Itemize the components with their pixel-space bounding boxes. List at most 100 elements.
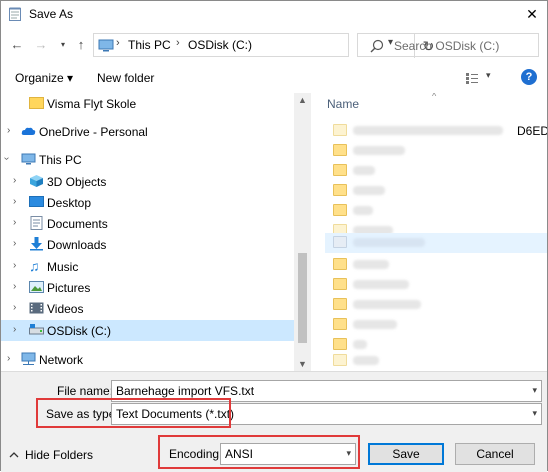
chevron-down-icon[interactable]: ▾ (532, 408, 537, 419)
pictures-icon (29, 281, 44, 293)
breadcrumb-osdisk[interactable]: OSDisk (C:) (188, 38, 252, 52)
cancel-button[interactable]: Cancel (455, 443, 535, 465)
redacted-name (353, 280, 409, 289)
chevron-down-icon[interactable]: ▾ (532, 385, 537, 396)
partial-file-name: D6ED (517, 124, 547, 138)
search-icon (370, 39, 384, 53)
list-item[interactable] (329, 351, 539, 371)
navigation-scrollbar[interactable]: ▲ ▼ (294, 93, 311, 371)
chevron-right-icon[interactable]: › (7, 353, 10, 364)
folder-icon (333, 184, 347, 196)
redacted-name (353, 356, 379, 365)
tree-item-this-pc[interactable]: › This PC (1, 149, 294, 170)
tree-item-visma-flyt-skole[interactable]: Visma Flyt Skole (1, 93, 294, 114)
file-name-input[interactable]: Barnehage import VFS.txt (116, 384, 254, 398)
back-arrow-icon[interactable]: ← (9, 37, 25, 53)
list-item[interactable] (329, 181, 539, 201)
new-folder-button[interactable]: New folder (97, 71, 154, 85)
view-dropdown-icon[interactable]: ▾ (486, 70, 491, 81)
view-options-icon[interactable] (465, 71, 479, 85)
redacted-name (353, 166, 375, 175)
file-list: Name ^ D6ED (311, 93, 547, 371)
chevron-right-icon[interactable]: › (13, 217, 16, 228)
redacted-name (353, 320, 397, 329)
list-item[interactable]: D6ED (329, 121, 547, 141)
chevron-right-icon[interactable]: › (13, 324, 16, 335)
save-options-panel: File name: Barnehage import VFS.txt ▾ Sa… (1, 371, 547, 472)
redacted-name (353, 260, 389, 269)
redacted-name (353, 340, 367, 349)
tree-item-3d-objects[interactable]: › 3D Objects (1, 171, 294, 192)
redacted-name (353, 126, 503, 135)
search-input[interactable]: Search OSDisk (C:) (394, 39, 499, 53)
notepad-icon (9, 7, 21, 21)
chevron-right-icon[interactable]: › (13, 238, 16, 249)
scroll-up-icon[interactable]: ▲ (298, 95, 307, 105)
tree-item-label: Documents (47, 217, 108, 231)
redacted-name (353, 146, 405, 155)
chevron-right-icon[interactable]: › (13, 175, 16, 186)
music-icon: ♫ (29, 258, 40, 274)
list-item[interactable] (329, 141, 539, 161)
chevron-right-icon[interactable]: › (7, 125, 10, 136)
desktop-icon (29, 196, 44, 207)
help-icon[interactable]: ? (521, 69, 537, 85)
tree-item-downloads[interactable]: › Downloads (1, 234, 294, 255)
list-item-hovered[interactable] (325, 233, 547, 253)
up-arrow-icon[interactable]: ↑ (73, 37, 89, 53)
chevron-right-icon[interactable]: › (13, 281, 16, 292)
hide-folders-button[interactable]: Hide Folders (25, 448, 93, 462)
save-button[interactable]: Save (368, 443, 444, 465)
tree-item-label: Downloads (47, 238, 107, 252)
tree-item-label: Network (39, 353, 84, 367)
chevron-down-icon[interactable]: › (1, 157, 12, 160)
list-item[interactable] (329, 161, 539, 181)
tree-item-label: This PC (39, 153, 82, 167)
tree-item-music[interactable]: › ♫ Music (1, 256, 294, 277)
chevron-right-icon[interactable]: › (13, 196, 16, 207)
tree-item-label: Visma Flyt Skole (47, 97, 137, 111)
list-item[interactable] (329, 315, 539, 335)
navigation-pane: Visma Flyt Skole › OneDrive - Personal ›… (1, 93, 294, 371)
organize-menu[interactable]: Organize ▾ (15, 71, 73, 85)
tree-item-network[interactable]: › Network (1, 349, 294, 370)
list-item[interactable] (329, 255, 539, 275)
redacted-name (353, 206, 373, 215)
breadcrumb-this-pc[interactable]: This PC (128, 38, 171, 52)
3d-objects-icon (30, 175, 43, 187)
address-bar[interactable]: › This PC › OSDisk (C:) ▾ ↻ (93, 33, 434, 58)
tree-item-documents[interactable]: › Documents (1, 213, 294, 234)
tree-item-osdisk[interactable]: › OSDisk (C:) (1, 320, 294, 341)
recent-locations-chevron-icon[interactable]: ▾ (55, 37, 71, 53)
network-icon (21, 352, 36, 365)
folder-icon (333, 164, 347, 176)
title-bar: Save As ✕ (1, 1, 547, 27)
tree-item-videos[interactable]: › Videos (1, 298, 294, 319)
scrollbar-thumb[interactable] (298, 253, 307, 343)
chevron-up-icon[interactable] (9, 450, 19, 460)
window-title: Save As (29, 7, 74, 21)
chevron-right-icon[interactable]: › (13, 260, 16, 271)
tree-item-desktop[interactable]: › Desktop (1, 192, 294, 213)
forward-arrow-icon[interactable]: → (33, 37, 49, 53)
tree-item-pictures[interactable]: › Pictures (1, 277, 294, 298)
search-box[interactable]: Search OSDisk (C:) (357, 33, 539, 57)
folder-icon (333, 204, 347, 216)
chevron-right-icon[interactable]: › (13, 302, 16, 313)
videos-icon (29, 302, 44, 314)
redacted-name (353, 238, 425, 247)
folder-icon (333, 354, 347, 366)
list-item[interactable] (329, 275, 539, 295)
drive-icon (29, 324, 44, 335)
command-toolbar: Organize ▾ New folder ▾ ? (1, 63, 547, 93)
folder-icon (333, 258, 347, 270)
scroll-down-icon[interactable]: ▼ (298, 359, 307, 369)
folder-icon (333, 278, 347, 290)
tree-item-onedrive[interactable]: › OneDrive - Personal (1, 121, 294, 142)
close-button[interactable]: ✕ (517, 1, 547, 27)
redacted-name (353, 300, 421, 309)
file-name-label: File name: (57, 384, 114, 398)
list-item[interactable] (329, 295, 539, 315)
list-item[interactable] (329, 201, 539, 221)
column-header-name[interactable]: Name (327, 97, 359, 111)
